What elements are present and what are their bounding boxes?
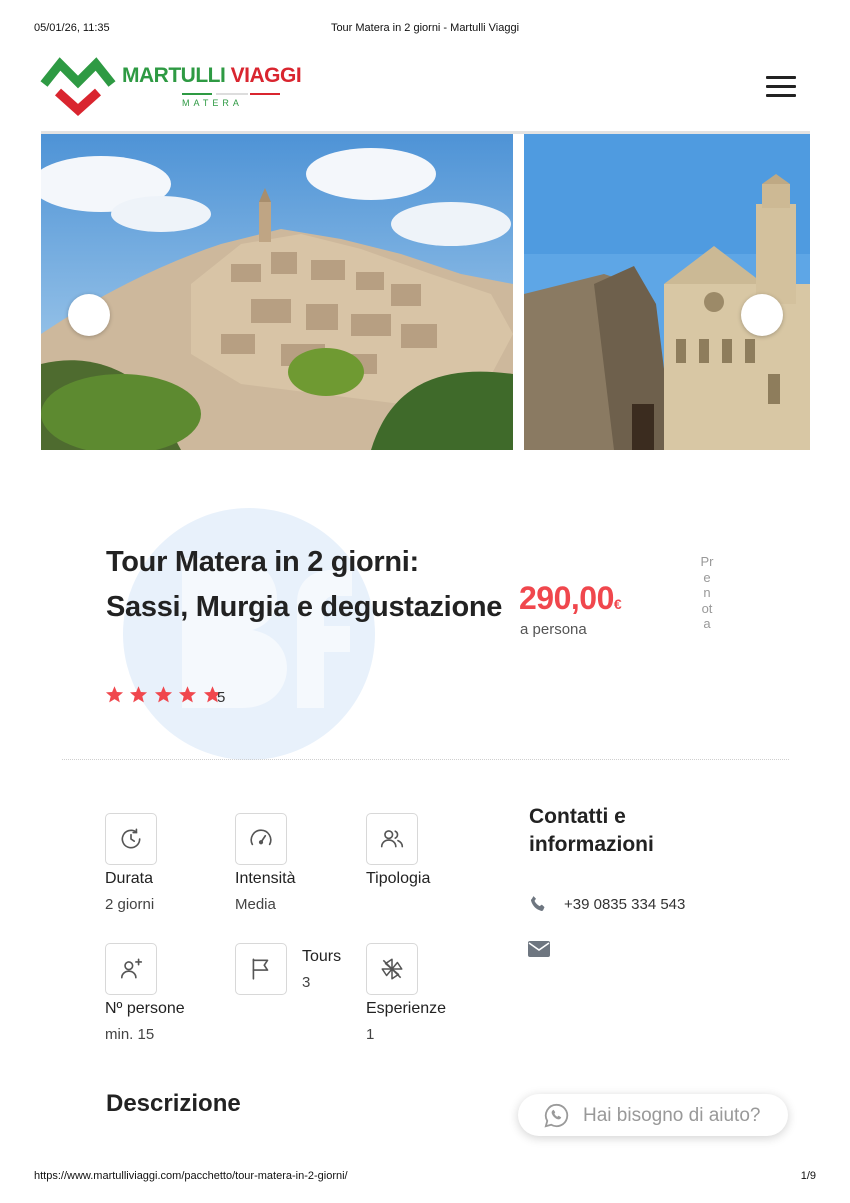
- description-title: Descrizione: [106, 1090, 241, 1117]
- feature-duration-label: Durata: [105, 870, 154, 887]
- logo-wordmark: MARTULLI VIAGGI: [122, 64, 302, 88]
- phone-icon: [531, 896, 545, 911]
- gallery-next-button[interactable]: [741, 294, 783, 336]
- cathedral-photo-image: [524, 134, 810, 450]
- price-amount: 290,00: [519, 580, 614, 616]
- feature-people-label: Nº persone: [105, 1000, 185, 1017]
- gauge-icon: [235, 813, 287, 865]
- price: 290,00€: [519, 580, 622, 617]
- pinwheel-icon: [366, 943, 418, 995]
- logo-subtitle: MATERA: [182, 98, 243, 108]
- logo-word-viaggi: VIAGGI: [230, 64, 302, 87]
- help-chat-label: Hai bisogno di aiuto?: [583, 1105, 761, 1126]
- feature-intensity-label: Intensità: [235, 870, 296, 887]
- price-currency: €: [613, 596, 622, 612]
- feature-experiences-label: Esperienze: [366, 1000, 447, 1017]
- star-icon: [154, 686, 172, 703]
- star-icon: [105, 686, 124, 703]
- logo-word-martulli: MARTULLI: [122, 64, 226, 87]
- rating-stars: [105, 685, 223, 707]
- print-doc-title: Tour Matera in 2 giorni - Martulli Viagg…: [330, 22, 520, 34]
- print-footer: https://www.martulliviaggi.com/pacchetto…: [0, 1170, 850, 1184]
- print-url: https://www.martulliviaggi.com/pacchetto…: [34, 1170, 348, 1182]
- price-unit: a persona: [520, 621, 587, 638]
- feature-intensity-value: Media: [235, 896, 276, 913]
- feature-people-value: min. 15: [105, 1026, 155, 1043]
- flag-icon: [235, 943, 287, 995]
- menu-hamburger-icon[interactable]: [766, 76, 798, 98]
- help-chat-button[interactable]: Hai bisogno di aiuto?: [518, 1094, 788, 1136]
- contact-phone-link[interactable]: +39 0835 334 543: [564, 896, 685, 913]
- mail-icon[interactable]: [528, 940, 550, 958]
- product-title: Tour Matera in 2 giorni: Sassi, Murgia e…: [106, 546, 503, 623]
- logo-bar-green: [182, 93, 212, 95]
- contacts-title: Contatti e informazioni: [529, 805, 654, 856]
- gallery-slide-sassi[interactable]: [41, 134, 513, 450]
- gallery-slide-cathedral[interactable]: [524, 134, 810, 450]
- gallery-prev-button[interactable]: [68, 294, 110, 336]
- sassi-photo-image: [41, 134, 513, 450]
- rating-value: 5: [217, 689, 226, 706]
- star-icon: [130, 686, 148, 703]
- feature-tours-label: Tours: [302, 948, 342, 965]
- logo-bar-red: [250, 93, 280, 95]
- feature-duration-value: 2 giorni: [105, 896, 155, 913]
- feature-experiences-value: 1: [366, 1026, 375, 1043]
- book-button[interactable]: Prenota: [700, 554, 714, 632]
- print-page-number: 1/9: [800, 1170, 816, 1182]
- print-header: 05/01/26, 11:35 Tour Matera in 2 giorni …: [0, 22, 850, 36]
- users-icon: [366, 813, 418, 865]
- feature-type-label: Tipologia: [366, 870, 431, 887]
- whatsapp-icon: [544, 1103, 569, 1128]
- star-icon: [179, 686, 197, 703]
- section-divider: [62, 759, 789, 760]
- logo-bar-white: [216, 93, 248, 95]
- logo-mark-icon: [40, 57, 116, 117]
- user-plus-icon: [105, 943, 157, 995]
- clock-icon: [105, 813, 157, 865]
- site-logo[interactable]: MARTULLI VIAGGI MATERA: [40, 56, 320, 118]
- feature-tours-value: 3: [302, 974, 311, 991]
